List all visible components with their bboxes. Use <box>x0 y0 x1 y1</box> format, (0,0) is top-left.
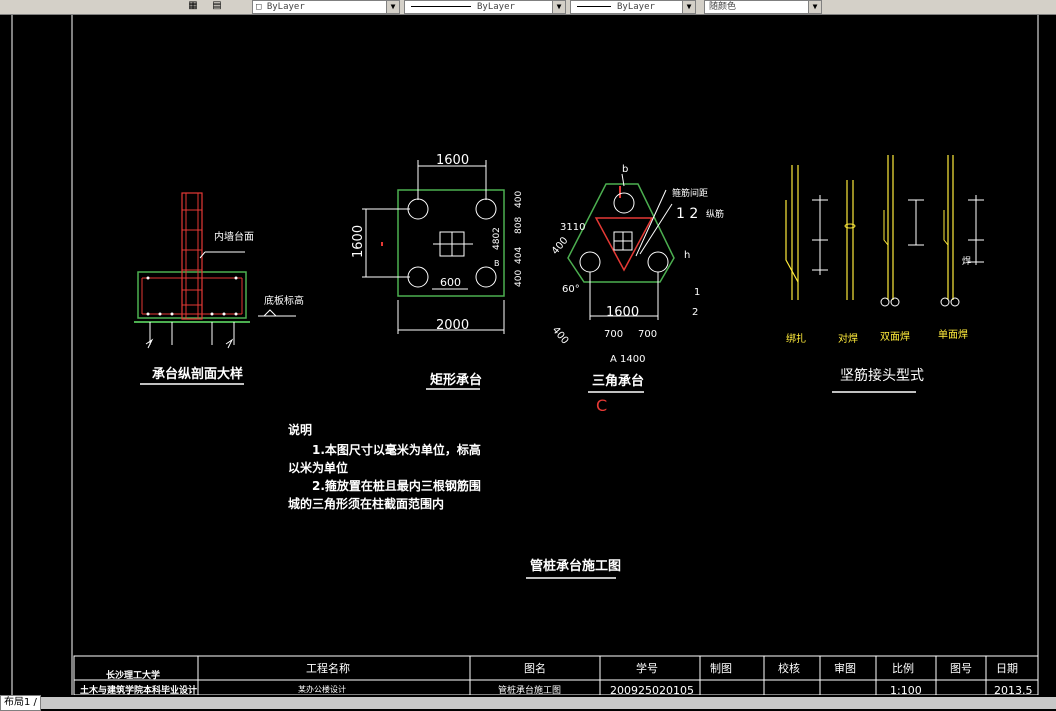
detail-triangle-cap: b h 3110 400 400 60° 1600 700 700 A 1400… <box>550 164 724 415</box>
tb-project-name-label: 工程名称 <box>306 661 350 675</box>
detail3-dim-400a: 400 <box>550 235 571 257</box>
detail4-label-1: 绑扎 <box>786 332 806 345</box>
drawing-main-title: 管桩承台施工图 <box>530 558 621 574</box>
detail4-label-2: 对焊 <box>838 332 858 345</box>
detail3-dim-a1400: A 1400 <box>610 354 645 365</box>
tb-student-id-label: 学号 <box>636 661 658 675</box>
detail3-dim-1600: 1600 <box>606 305 639 320</box>
detail4-label-3: 双面焊 <box>880 331 910 343</box>
title-block: 长沙理工大学 土木与建筑学院本科毕业设计 工程名称 某办公楼设计 图名 管桩承台… <box>73 655 1039 695</box>
layer-combo[interactable]: □ ByLayer ▼ <box>252 0 400 14</box>
detail-rect-cap: 1600 1600 2000 600 400 808 404 400 4802 … <box>351 153 524 390</box>
detail3-numbers-12: 1 2 <box>676 206 698 222</box>
detail2-dim-r4: 400 <box>514 270 524 287</box>
detail3-label-b: b <box>622 164 628 175</box>
detail4-side-label: 焊 <box>962 255 971 267</box>
detail-cap-section: 内墙台面 底板标高 承台纵剖面大样 <box>134 192 304 385</box>
detail2-dim-left: 1600 <box>351 225 366 258</box>
detail3-red-c: C <box>596 396 607 415</box>
detail3-num2: 2 <box>692 307 698 318</box>
detail2-dim-r1: 400 <box>514 191 524 208</box>
tb-school2: 土木与建筑学院本科毕业设计 <box>80 684 197 695</box>
detail3-label-side: 纵筋 <box>706 208 724 220</box>
notes-line2: 以米为单位 <box>288 460 348 475</box>
lineweight-combo[interactable]: ByLayer ▼ <box>570 0 696 14</box>
color-combo[interactable]: 随颜色 ▼ <box>704 0 822 14</box>
detail-rebar-joints: 焊 绑扎 对焊 双面焊 单面焊 坚筋接头型式 <box>785 155 984 393</box>
detail2-dim-r2: 808 <box>514 217 524 234</box>
layer-icon[interactable]: ▦ <box>186 0 200 12</box>
tb-date-label: 日期 <box>996 662 1018 675</box>
linetype-combo-value: ByLayer <box>477 2 515 12</box>
detail3-angle: 60° <box>562 284 580 295</box>
detail2-title: 矩形承台 <box>429 372 482 388</box>
detail3-title: 三角承台 <box>592 373 644 389</box>
detail3-dim-700b: 700 <box>638 329 657 340</box>
detail1-title: 承台纵剖面大样 <box>152 366 243 382</box>
detail3-dim-3110: 3110 <box>560 222 585 233</box>
tb-review-label: 审图 <box>834 661 856 675</box>
chevron-down-icon[interactable]: ▼ <box>682 1 695 13</box>
layer-combo-value: ByLayer <box>266 2 305 12</box>
tb-drawn-label: 制图 <box>710 662 732 675</box>
detail2-dim-top: 1600 <box>436 153 469 168</box>
tb-drawing-name-value: 管桩承台施工图 <box>498 684 561 695</box>
detail2-dim-r3: 404 <box>514 247 524 264</box>
notes-block: 说明 1.本图尺寸以毫米为单位，标高 以米为单位 2.箍放置在桩且最内三根钢筋围… <box>288 422 481 511</box>
detail2-dim-mid: 4802 <box>492 227 502 250</box>
chevron-down-icon[interactable]: ▼ <box>552 1 565 13</box>
detail2-dim-bottom: 2000 <box>436 318 469 333</box>
notes-line4: 城的三角形须在柱截面范围内 <box>288 496 444 511</box>
tb-school1: 长沙理工大学 <box>106 669 160 681</box>
detail1-label-bottom: 底板标高 <box>264 294 304 307</box>
properties-toolbar: ▦ ▤ □ ByLayer ▼ ByLayer ▼ ByLayer ▼ 随颜色 … <box>0 0 1056 15</box>
tb-scale-label: 比例 <box>892 661 914 675</box>
layer-states-icon[interactable]: ▤ <box>210 0 224 12</box>
detail3-label-note: 箍筋间距 <box>672 187 708 199</box>
chevron-down-icon[interactable]: ▼ <box>386 1 399 13</box>
tb-scale-value: 1:100 <box>890 684 922 695</box>
detail3-label-h: h <box>684 250 690 261</box>
tb-sheet-label: 图号 <box>950 662 972 675</box>
detail4-title: 坚筋接头型式 <box>840 367 924 384</box>
chevron-down-icon[interactable]: ▼ <box>808 1 821 13</box>
detail3-dim-400b: 400 <box>550 325 571 347</box>
tb-project-name-value: 某办公楼设计 <box>298 684 346 694</box>
drawing-canvas[interactable]: 内墙台面 底板标高 承台纵剖面大样 1600 1600 2000 600 400 <box>0 15 1056 695</box>
detail1-label-top: 内墙台面 <box>214 230 254 243</box>
notes-heading: 说明 <box>288 422 312 437</box>
detail2-label-b: B <box>494 259 500 268</box>
detail4-label-4: 单面焊 <box>938 329 968 341</box>
tb-date-value: 2013.5 <box>994 684 1033 695</box>
detail2-dim-inner: 600 <box>440 276 461 289</box>
lineweight-combo-value: ByLayer <box>617 2 655 12</box>
tb-student-id-value: 200925020105 <box>610 684 694 695</box>
detail3-num1: 1 <box>694 287 700 298</box>
status-bar <box>0 697 1056 709</box>
tb-drawing-name-label: 图名 <box>524 661 546 675</box>
notes-line1: 1.本图尺寸以毫米为单位，标高 <box>312 442 481 457</box>
notes-line3: 2.箍放置在桩且最内三根钢筋围 <box>312 478 481 493</box>
linetype-combo[interactable]: ByLayer ▼ <box>404 0 566 14</box>
detail3-dim-700a: 700 <box>604 329 623 340</box>
color-combo-value: 随颜色 <box>709 2 737 12</box>
tb-check-label: 校核 <box>778 661 800 675</box>
